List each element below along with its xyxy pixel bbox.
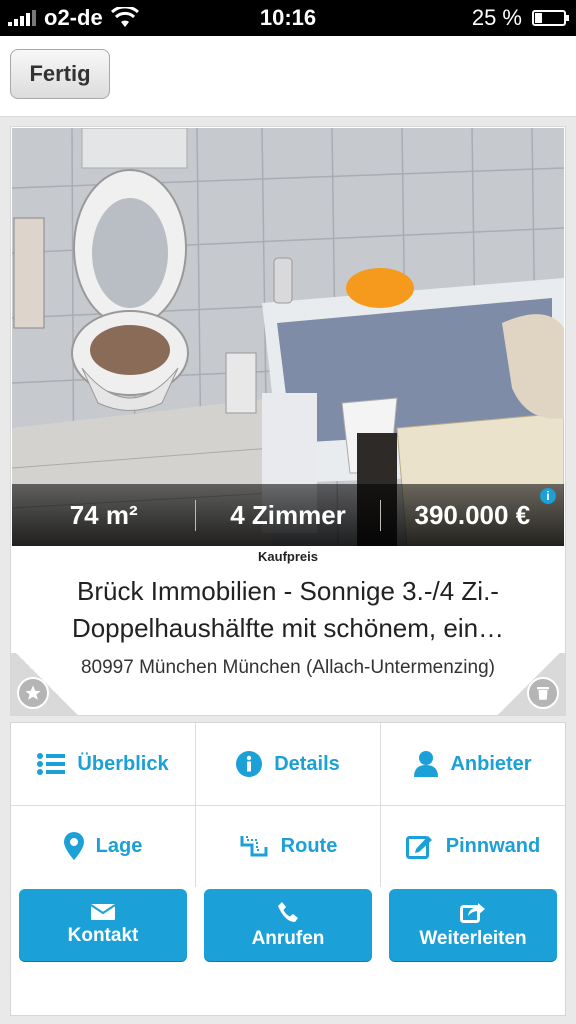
listing-rooms: 4 Zimmer (195, 499, 379, 531)
menu-label-route: Route (280, 834, 338, 857)
favorite-button[interactable] (11, 653, 83, 715)
listing-address: 80997 München München (Allach-Untermenzi… (80, 657, 495, 678)
listing-price-value: 390.000 € (414, 499, 531, 530)
menu-item-details[interactable]: Details (195, 723, 380, 805)
details-info-icon (236, 751, 263, 777)
menu-item-location[interactable]: Lage (11, 805, 195, 887)
menu-item-route[interactable]: Route (195, 805, 380, 887)
listing-menu: Überblick Details Anbieter Lage Route Pi… (10, 722, 566, 1016)
header-bar: Fertig (0, 36, 576, 117)
share-icon (460, 902, 485, 923)
star-icon (17, 677, 49, 709)
menu-item-overview[interactable]: Überblick (11, 723, 195, 805)
menu-row-2: Lage Route Pinnwand (11, 805, 565, 887)
menu-label-details: Details (274, 752, 340, 775)
listing-area: 74 m² (69, 499, 138, 530)
listing-stats-bar: 74 m² 4 Zimmer 390.000 € i (12, 484, 564, 546)
edit-icon (405, 836, 432, 859)
action-buttons: Kontakt Anrufen Weiterleiten (19, 889, 557, 961)
menu-item-provider[interactable]: Anbieter (380, 723, 565, 805)
contact-button[interactable]: Kontakt (19, 889, 187, 961)
menu-row-1: Überblick Details Anbieter (11, 723, 565, 806)
battery-percent: 25 % (471, 5, 522, 30)
status-right: 25 % (471, 5, 569, 31)
menu-label-location: Lage (95, 834, 143, 857)
menu-label-overview: Überblick (77, 752, 169, 775)
info-icon[interactable]: i (539, 487, 556, 504)
location-pin-icon (63, 832, 84, 860)
done-button[interactable]: Fertig (10, 49, 110, 99)
listing-price: 390.000 € i (379, 487, 564, 531)
call-button[interactable]: Anrufen (204, 889, 372, 961)
person-icon (414, 751, 439, 777)
call-label: Anrufen (251, 927, 325, 949)
route-icon (240, 836, 268, 857)
status-bar: o2-de 10:16 25 % (0, 0, 576, 36)
battery-fill (535, 13, 542, 23)
forward-label: Weiterleiten (419, 927, 527, 949)
forward-button[interactable]: Weiterleiten (389, 889, 557, 961)
battery-icon (532, 10, 569, 26)
contact-label: Kontakt (67, 924, 139, 946)
menu-label-provider: Anbieter (450, 752, 532, 775)
trash-icon (527, 677, 559, 709)
listing-card: 74 m² 4 Zimmer 390.000 € i Kaufpreis Brü… (10, 126, 566, 716)
trash-button[interactable] (493, 653, 565, 715)
phone-icon (278, 901, 298, 922)
list-icon (37, 753, 66, 775)
mail-icon (91, 903, 115, 920)
price-caption: Kaufpreis (258, 549, 318, 564)
listing-photo[interactable]: 74 m² 4 Zimmer 390.000 € i (12, 128, 564, 546)
listing-title: Brück Immobilien - Sonnige 3.-/4 Zi.-Dop… (71, 576, 505, 643)
menu-item-pinboard[interactable]: Pinnwand (380, 805, 565, 887)
menu-label-pinboard: Pinnwand (445, 834, 541, 857)
